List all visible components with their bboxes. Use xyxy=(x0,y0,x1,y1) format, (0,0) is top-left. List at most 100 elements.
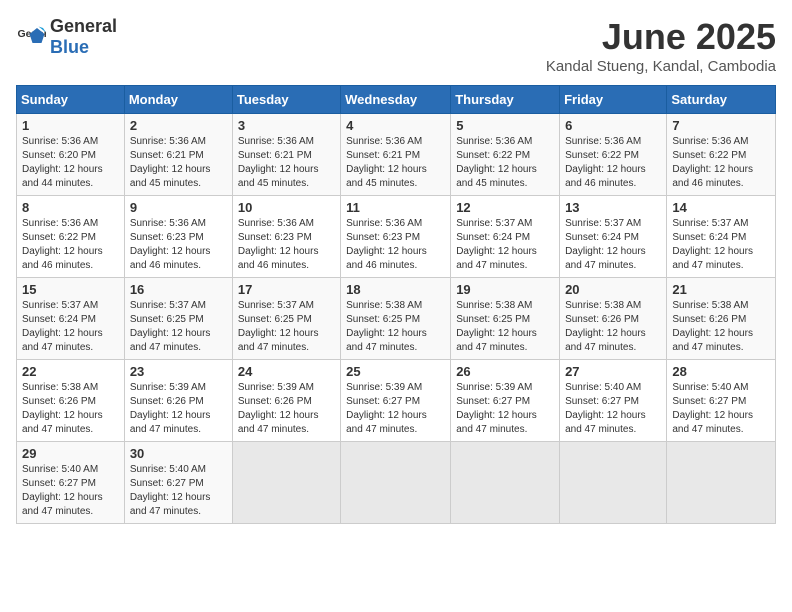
calendar-cell xyxy=(451,442,560,524)
calendar-cell: 18 Sunrise: 5:38 AM Sunset: 6:25 PM Dayl… xyxy=(341,278,451,360)
day-number: 3 xyxy=(238,118,335,133)
day-info: Sunrise: 5:36 AM Sunset: 6:21 PM Dayligh… xyxy=(130,135,227,191)
day-info: Sunrise: 5:36 AM Sunset: 6:22 PM Dayligh… xyxy=(672,135,770,191)
weekday-header-thursday: Thursday xyxy=(451,86,560,114)
calendar-week-row: 22 Sunrise: 5:38 AM Sunset: 6:26 PM Dayl… xyxy=(17,360,776,442)
day-number: 25 xyxy=(346,364,445,379)
logo-general: General xyxy=(50,16,117,36)
calendar-cell: 10 Sunrise: 5:36 AM Sunset: 6:23 PM Dayl… xyxy=(232,196,340,278)
calendar-cell: 16 Sunrise: 5:37 AM Sunset: 6:25 PM Dayl… xyxy=(124,278,232,360)
day-info: Sunrise: 5:36 AM Sunset: 6:20 PM Dayligh… xyxy=(22,135,119,191)
day-info: Sunrise: 5:38 AM Sunset: 6:25 PM Dayligh… xyxy=(456,299,554,355)
day-info: Sunrise: 5:36 AM Sunset: 6:21 PM Dayligh… xyxy=(238,135,335,191)
calendar-cell: 13 Sunrise: 5:37 AM Sunset: 6:24 PM Dayl… xyxy=(560,196,667,278)
day-info: Sunrise: 5:36 AM Sunset: 6:21 PM Dayligh… xyxy=(346,135,445,191)
day-info: Sunrise: 5:36 AM Sunset: 6:22 PM Dayligh… xyxy=(456,135,554,191)
day-number: 13 xyxy=(565,200,661,215)
day-number: 6 xyxy=(565,118,661,133)
calendar-cell: 29 Sunrise: 5:40 AM Sunset: 6:27 PM Dayl… xyxy=(17,442,125,524)
day-info: Sunrise: 5:38 AM Sunset: 6:25 PM Dayligh… xyxy=(346,299,445,355)
day-number: 10 xyxy=(238,200,335,215)
day-number: 12 xyxy=(456,200,554,215)
day-info: Sunrise: 5:40 AM Sunset: 6:27 PM Dayligh… xyxy=(22,463,119,519)
day-number: 2 xyxy=(130,118,227,133)
day-info: Sunrise: 5:40 AM Sunset: 6:27 PM Dayligh… xyxy=(672,381,770,437)
day-number: 21 xyxy=(672,282,770,297)
day-number: 19 xyxy=(456,282,554,297)
day-info: Sunrise: 5:39 AM Sunset: 6:27 PM Dayligh… xyxy=(346,381,445,437)
day-info: Sunrise: 5:37 AM Sunset: 6:25 PM Dayligh… xyxy=(130,299,227,355)
day-info: Sunrise: 5:36 AM Sunset: 6:23 PM Dayligh… xyxy=(346,217,445,273)
calendar-week-row: 29 Sunrise: 5:40 AM Sunset: 6:27 PM Dayl… xyxy=(17,442,776,524)
calendar-cell xyxy=(667,442,776,524)
calendar-table: SundayMondayTuesdayWednesdayThursdayFrid… xyxy=(16,85,776,524)
day-number: 9 xyxy=(130,200,227,215)
calendar-cell xyxy=(232,442,340,524)
calendar-week-row: 15 Sunrise: 5:37 AM Sunset: 6:24 PM Dayl… xyxy=(17,278,776,360)
calendar-cell: 21 Sunrise: 5:38 AM Sunset: 6:26 PM Dayl… xyxy=(667,278,776,360)
logo-blue: Blue xyxy=(50,37,89,57)
day-info: Sunrise: 5:40 AM Sunset: 6:27 PM Dayligh… xyxy=(130,463,227,519)
logo-text: General Blue xyxy=(50,16,117,58)
day-number: 15 xyxy=(22,282,119,297)
calendar-cell: 5 Sunrise: 5:36 AM Sunset: 6:22 PM Dayli… xyxy=(451,114,560,196)
calendar-cell: 11 Sunrise: 5:36 AM Sunset: 6:23 PM Dayl… xyxy=(341,196,451,278)
location-subtitle: Kandal Stueng, Kandal, Cambodia xyxy=(546,58,776,75)
calendar-cell: 12 Sunrise: 5:37 AM Sunset: 6:24 PM Dayl… xyxy=(451,196,560,278)
calendar-cell xyxy=(560,442,667,524)
calendar-cell: 6 Sunrise: 5:36 AM Sunset: 6:22 PM Dayli… xyxy=(560,114,667,196)
day-number: 18 xyxy=(346,282,445,297)
calendar-cell: 26 Sunrise: 5:39 AM Sunset: 6:27 PM Dayl… xyxy=(451,360,560,442)
day-info: Sunrise: 5:37 AM Sunset: 6:24 PM Dayligh… xyxy=(672,217,770,273)
day-number: 14 xyxy=(672,200,770,215)
day-number: 8 xyxy=(22,200,119,215)
day-number: 1 xyxy=(22,118,119,133)
day-info: Sunrise: 5:39 AM Sunset: 6:26 PM Dayligh… xyxy=(130,381,227,437)
day-number: 23 xyxy=(130,364,227,379)
calendar-cell: 2 Sunrise: 5:36 AM Sunset: 6:21 PM Dayli… xyxy=(124,114,232,196)
weekday-header-saturday: Saturday xyxy=(667,86,776,114)
day-number: 24 xyxy=(238,364,335,379)
day-info: Sunrise: 5:38 AM Sunset: 6:26 PM Dayligh… xyxy=(22,381,119,437)
weekday-header-tuesday: Tuesday xyxy=(232,86,340,114)
weekday-header-monday: Monday xyxy=(124,86,232,114)
calendar-cell: 27 Sunrise: 5:40 AM Sunset: 6:27 PM Dayl… xyxy=(560,360,667,442)
calendar-cell: 15 Sunrise: 5:37 AM Sunset: 6:24 PM Dayl… xyxy=(17,278,125,360)
calendar-cell: 7 Sunrise: 5:36 AM Sunset: 6:22 PM Dayli… xyxy=(667,114,776,196)
calendar-cell: 3 Sunrise: 5:36 AM Sunset: 6:21 PM Dayli… xyxy=(232,114,340,196)
day-number: 29 xyxy=(22,446,119,461)
day-info: Sunrise: 5:36 AM Sunset: 6:22 PM Dayligh… xyxy=(22,217,119,273)
logo: General General Blue xyxy=(16,16,117,58)
day-number: 26 xyxy=(456,364,554,379)
day-number: 30 xyxy=(130,446,227,461)
calendar-cell xyxy=(341,442,451,524)
day-info: Sunrise: 5:37 AM Sunset: 6:24 PM Dayligh… xyxy=(22,299,119,355)
calendar-cell: 17 Sunrise: 5:37 AM Sunset: 6:25 PM Dayl… xyxy=(232,278,340,360)
day-info: Sunrise: 5:37 AM Sunset: 6:25 PM Dayligh… xyxy=(238,299,335,355)
day-info: Sunrise: 5:36 AM Sunset: 6:22 PM Dayligh… xyxy=(565,135,661,191)
logo-icon: General xyxy=(16,22,46,52)
calendar-cell: 14 Sunrise: 5:37 AM Sunset: 6:24 PM Dayl… xyxy=(667,196,776,278)
month-year-title: June 2025 xyxy=(546,16,776,58)
day-number: 22 xyxy=(22,364,119,379)
page-header: General General Blue June 2025 Kandal St… xyxy=(16,16,776,75)
calendar-cell: 28 Sunrise: 5:40 AM Sunset: 6:27 PM Dayl… xyxy=(667,360,776,442)
day-info: Sunrise: 5:40 AM Sunset: 6:27 PM Dayligh… xyxy=(565,381,661,437)
calendar-cell: 30 Sunrise: 5:40 AM Sunset: 6:27 PM Dayl… xyxy=(124,442,232,524)
calendar-cell: 23 Sunrise: 5:39 AM Sunset: 6:26 PM Dayl… xyxy=(124,360,232,442)
day-info: Sunrise: 5:38 AM Sunset: 6:26 PM Dayligh… xyxy=(565,299,661,355)
day-info: Sunrise: 5:37 AM Sunset: 6:24 PM Dayligh… xyxy=(456,217,554,273)
calendar-cell: 20 Sunrise: 5:38 AM Sunset: 6:26 PM Dayl… xyxy=(560,278,667,360)
weekday-header-sunday: Sunday xyxy=(17,86,125,114)
day-info: Sunrise: 5:36 AM Sunset: 6:23 PM Dayligh… xyxy=(238,217,335,273)
calendar-cell: 9 Sunrise: 5:36 AM Sunset: 6:23 PM Dayli… xyxy=(124,196,232,278)
day-number: 27 xyxy=(565,364,661,379)
day-number: 7 xyxy=(672,118,770,133)
day-info: Sunrise: 5:39 AM Sunset: 6:27 PM Dayligh… xyxy=(456,381,554,437)
calendar-cell: 25 Sunrise: 5:39 AM Sunset: 6:27 PM Dayl… xyxy=(341,360,451,442)
day-number: 4 xyxy=(346,118,445,133)
calendar-header-row: SundayMondayTuesdayWednesdayThursdayFrid… xyxy=(17,86,776,114)
day-number: 5 xyxy=(456,118,554,133)
day-info: Sunrise: 5:38 AM Sunset: 6:26 PM Dayligh… xyxy=(672,299,770,355)
weekday-header-wednesday: Wednesday xyxy=(341,86,451,114)
